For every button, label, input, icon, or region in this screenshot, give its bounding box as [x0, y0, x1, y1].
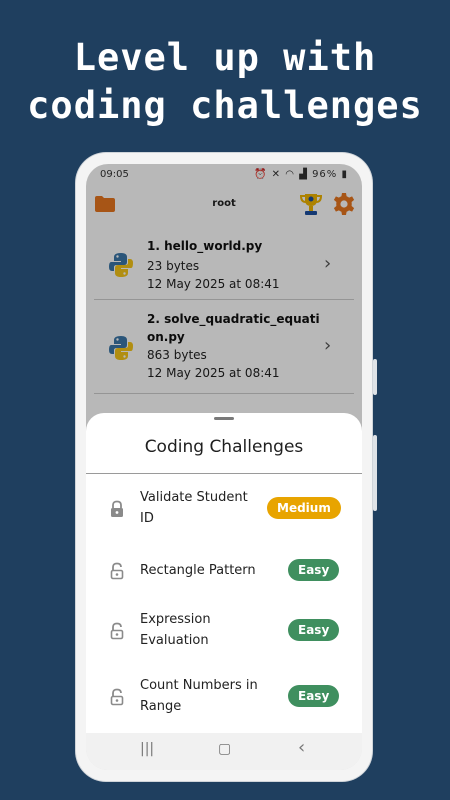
challenge-label-line-2: ID	[140, 511, 154, 526]
coding-challenges-sheet: Coding Challenges Validate Student ID Me…	[86, 413, 362, 770]
phone-frame: 09:05 ⏰ ✕ ◠ ▟ 96% ▮ root 1. hello_world.…	[76, 153, 377, 781]
challenge-item[interactable]: Expression Evaluation Easy	[86, 605, 362, 661]
challenge-label: Validate Student ID	[140, 487, 270, 529]
sheet-title: Coding Challenges	[144, 437, 304, 457]
unlock-icon	[110, 562, 124, 580]
challenge-label-line-2: Range	[140, 699, 182, 714]
phone-screen: 09:05 ⏰ ✕ ◠ ▟ 96% ▮ root 1. hello_world.…	[86, 164, 362, 770]
difficulty-badge: Easy	[288, 619, 340, 641]
challenge-item[interactable]: Count Numbers in Range Easy	[86, 671, 362, 727]
challenge-label-line-1: Count Numbers in	[140, 678, 258, 693]
difficulty-badge: Easy	[288, 559, 340, 581]
system-nav-bar: ||| ▢ ‹	[86, 733, 362, 770]
challenge-label-line-1: Rectangle Pattern	[140, 563, 256, 578]
promo-headline-line-2: coding challenges	[27, 84, 423, 127]
unlock-icon	[110, 622, 124, 640]
challenge-label-line-1: Validate Student	[140, 490, 248, 505]
challenge-label: Rectangle Pattern	[140, 560, 270, 581]
promo-headline-line-1: Level up with	[73, 36, 377, 79]
challenge-item[interactable]: Rectangle Pattern Easy	[86, 545, 362, 601]
divider	[86, 473, 362, 474]
difficulty-badge: Medium	[267, 497, 341, 519]
challenge-label: Count Numbers in Range	[140, 675, 270, 717]
recents-button[interactable]: |||	[140, 741, 154, 757]
drag-handle[interactable]	[214, 417, 234, 420]
unlock-icon	[110, 688, 124, 706]
back-button[interactable]: ‹	[298, 737, 305, 758]
volume-button	[373, 359, 377, 395]
challenge-label: Expression Evaluation	[140, 609, 270, 651]
promo-headline: Level up with coding challenges	[0, 34, 450, 130]
lock-icon	[111, 500, 123, 517]
challenge-item[interactable]: Validate Student ID Medium	[86, 483, 362, 539]
home-button[interactable]: ▢	[218, 741, 231, 757]
challenge-label-line-1: Expression	[140, 612, 211, 627]
difficulty-badge: Easy	[288, 685, 340, 707]
power-button	[373, 435, 377, 511]
challenge-label-line-2: Evaluation	[140, 633, 209, 648]
